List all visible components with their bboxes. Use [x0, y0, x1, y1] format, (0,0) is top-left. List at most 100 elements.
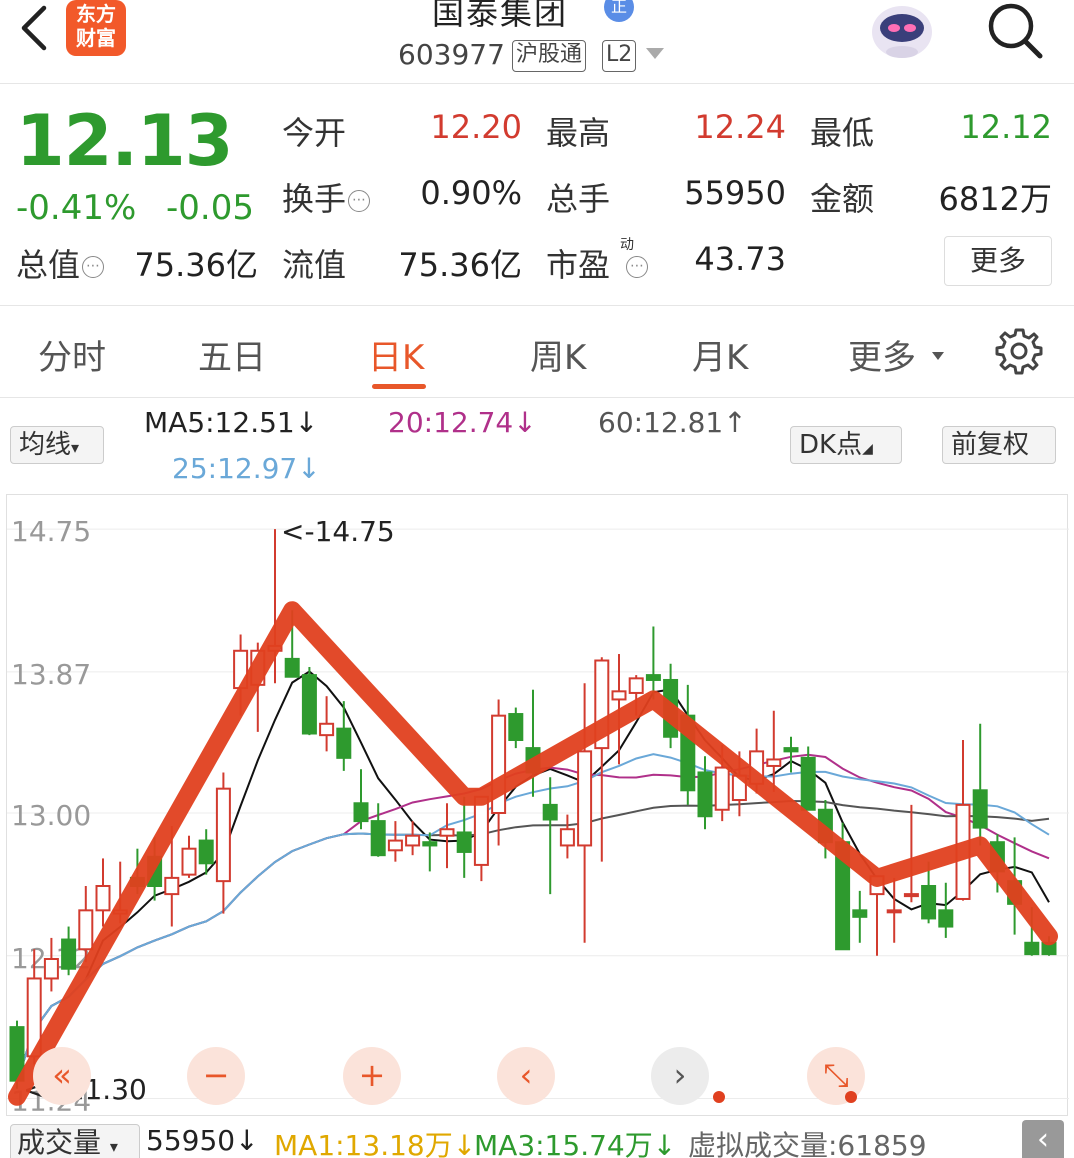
candle-body	[645, 674, 661, 681]
verified-badge-icon: 正	[604, 0, 634, 22]
float-value: 75.36亿	[398, 246, 522, 284]
dropdown-caret-icon[interactable]	[646, 48, 664, 59]
volume-legend-row: 成交量 ▾ 55950↓ MA1:13.18万↓ MA3:15.74万↓ 虚拟成…	[0, 1120, 1074, 1158]
app-header: 东方 财富 国泰集团 正 603977 沪股通 L2	[0, 0, 1074, 84]
candle-body	[714, 766, 730, 811]
amount-value: 6812万	[938, 180, 1052, 218]
max-price-annotation: <-14.75	[281, 515, 395, 548]
candle-body	[508, 713, 524, 742]
robot-assistant-icon[interactable]	[866, 0, 938, 62]
candle-body	[473, 795, 489, 866]
volume-ma3: MA3:15.74万↓	[474, 1129, 677, 1158]
caret-down-icon: ▾	[109, 1137, 118, 1156]
kline-svg: 14.7513.8713.0012.1211.24<-14.75<--11.30	[7, 515, 1069, 1117]
pe-dynamic-mark: 动	[620, 237, 634, 253]
candle-body	[542, 803, 558, 821]
current-price: 12.13	[16, 100, 233, 182]
low-label: 最低	[810, 114, 875, 152]
stock-name: 国泰集团	[432, 0, 569, 32]
chart-period-tabs: 分时 五日 日K 周K 月K 更多	[0, 306, 1074, 398]
search-icon[interactable]	[984, 0, 1046, 62]
candle-body	[1024, 941, 1040, 956]
annotation-dot	[845, 1091, 857, 1103]
info-icon[interactable]: ⋯	[626, 256, 649, 278]
y-tick-label: 14.75	[11, 515, 91, 548]
zoom-in-button[interactable]: +	[343, 1047, 401, 1105]
high-value: 12.24	[694, 108, 786, 146]
candle-body	[284, 657, 300, 678]
change-amount: -0.05	[166, 188, 254, 228]
candle-body	[439, 828, 455, 837]
candle-body	[336, 727, 352, 759]
open-value: 12.20	[430, 108, 522, 146]
candle-body	[886, 909, 902, 914]
info-icon[interactable]: ⋯	[82, 256, 105, 278]
candle-body	[319, 722, 335, 737]
ma25-value: 25:12.97↓	[172, 452, 321, 485]
next-button[interactable]: ›	[651, 1047, 709, 1105]
candle-body	[95, 885, 111, 912]
candle-body	[783, 747, 799, 753]
volume-value: 55950↓	[146, 1124, 259, 1157]
tab-weekly-k[interactable]: 周K	[530, 330, 586, 379]
tab-more[interactable]: 更多	[848, 330, 916, 379]
ma20-value: 20:12.74↓	[388, 406, 537, 439]
candle-body	[611, 690, 627, 701]
candle-body	[903, 893, 919, 898]
turnover-label: 换手 ⋯	[282, 174, 371, 220]
back-icon[interactable]	[14, 4, 54, 52]
tab-five-day[interactable]: 五日	[198, 330, 266, 379]
prev-button[interactable]: ‹	[497, 1047, 555, 1105]
indicator-selector[interactable]: 成交量 ▾	[10, 1124, 140, 1158]
change-percent: -0.41%	[16, 188, 137, 228]
candle-body	[78, 909, 94, 951]
turnover-label-text: 换手	[282, 180, 347, 218]
info-icon[interactable]: ⋯	[348, 190, 371, 212]
candle-body	[353, 802, 369, 823]
dk-point-button[interactable]: DK点◢	[790, 426, 902, 464]
candle-body	[198, 839, 214, 865]
ma5-value: MA5:12.51↓	[144, 406, 319, 439]
ma-selector-label: 均线	[19, 430, 72, 460]
volume-value: 55950	[684, 174, 786, 212]
rewind-button[interactable]: «	[33, 1047, 91, 1105]
open-label: 今开	[282, 114, 347, 152]
logo-line1: 东方	[76, 2, 116, 26]
pe-label-text: 市盈	[546, 246, 611, 284]
level2-tag[interactable]: L2	[602, 40, 637, 72]
zoom-out-button[interactable]: −	[187, 1047, 245, 1105]
candle-body	[628, 677, 644, 694]
shanghai-connect-tag: 沪股通	[512, 40, 587, 72]
pe-value: 43.73	[694, 240, 786, 278]
tab-monthly-k[interactable]: 月K	[692, 330, 748, 379]
candle-body	[61, 938, 77, 970]
logo-line2: 财富	[76, 26, 116, 50]
gear-icon[interactable]	[994, 326, 1044, 376]
candle-body	[405, 834, 421, 847]
stock-code: 603977	[398, 38, 505, 71]
dk-label: DK点	[799, 430, 863, 460]
app-logo[interactable]: 东方 财富	[66, 0, 126, 56]
corner-caret-icon: ◢	[862, 441, 873, 457]
more-quote-button[interactable]: 更多	[944, 236, 1052, 286]
candle-body	[800, 756, 816, 811]
amount-label: 金额	[810, 180, 875, 218]
tab-intraday[interactable]: 分时	[38, 330, 106, 379]
ma-selector-button[interactable]: 均线▾	[10, 426, 104, 464]
y-tick-label: 13.87	[11, 658, 91, 691]
quote-panel: 12.13 -0.41% -0.05 今开 12.20 最高 12.24 最低 …	[0, 84, 1074, 306]
candle-body	[559, 828, 575, 847]
virtual-volume: 虚拟成交量:61859	[688, 1129, 927, 1158]
price-adjust-button[interactable]: 前复权	[942, 426, 1056, 464]
turnover-value: 0.90%	[420, 174, 522, 212]
candle-body	[215, 787, 231, 883]
annotation-dot	[713, 1091, 725, 1103]
kline-chart[interactable]: 14.7513.8713.0012.1211.24<-14.75<--11.30…	[6, 494, 1069, 1117]
collapse-button[interactable]: ‹	[1022, 1120, 1064, 1158]
high-label: 最高	[546, 114, 611, 152]
ma60-value: 60:12.81↑	[598, 406, 747, 439]
candle-body	[766, 758, 782, 767]
tab-daily-k[interactable]: 日K	[368, 330, 424, 379]
mktcap-value: 75.36亿	[134, 246, 258, 284]
caret-down-icon: ▾	[71, 438, 80, 457]
